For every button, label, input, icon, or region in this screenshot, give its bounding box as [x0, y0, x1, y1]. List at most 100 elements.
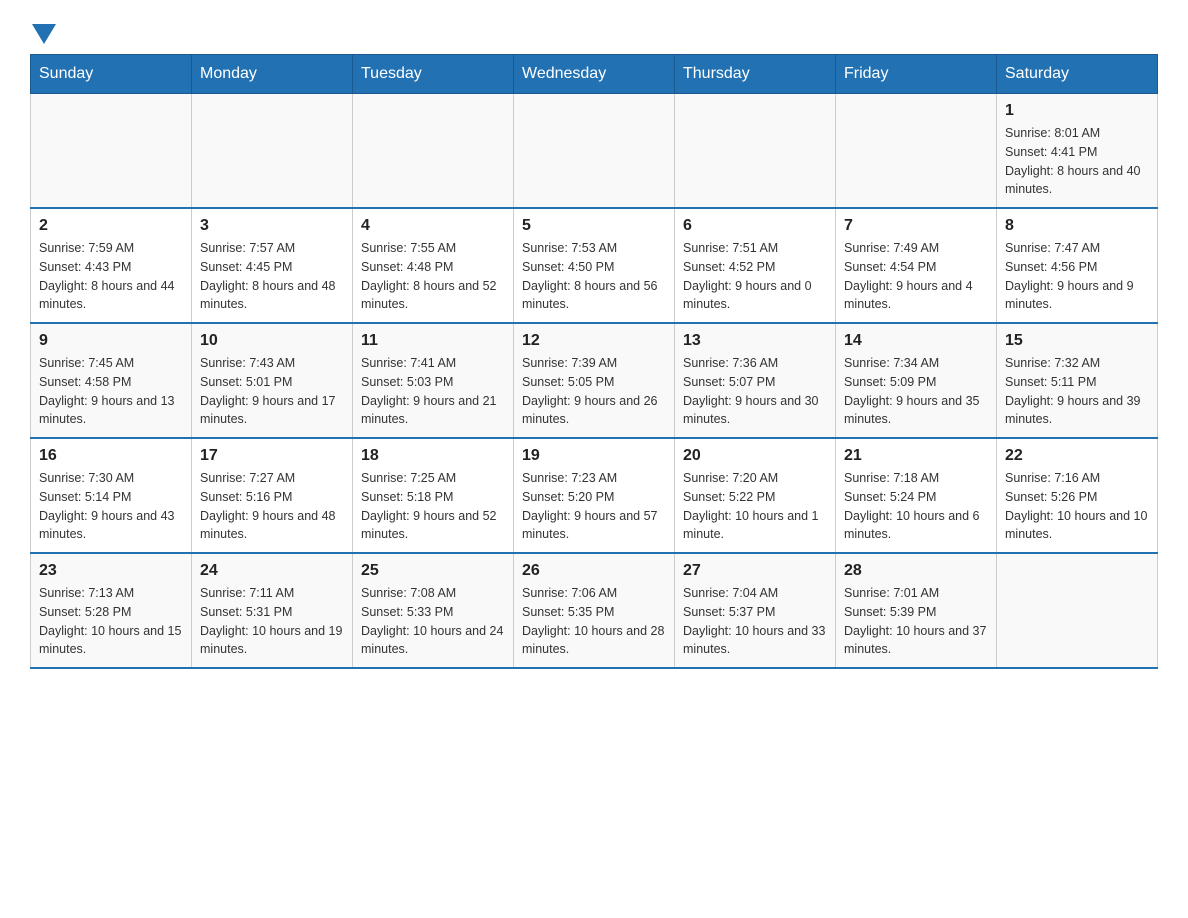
- weekday-header-friday: Friday: [836, 55, 997, 94]
- logo-triangle-icon: [32, 24, 56, 44]
- calendar-cell: 13 Sunrise: 7:36 AMSunset: 5:07 PMDayligh…: [675, 323, 836, 438]
- calendar-cell: 12 Sunrise: 7:39 AMSunset: 5:05 PMDayligh…: [514, 323, 675, 438]
- calendar-cell: [353, 94, 514, 209]
- day-number: 8: [1005, 217, 1149, 235]
- week-row-5: 23 Sunrise: 7:13 AMSunset: 5:28 PMDayligh…: [31, 553, 1158, 668]
- calendar-cell: 17 Sunrise: 7:27 AMSunset: 5:16 PMDayligh…: [192, 438, 353, 553]
- day-info: Sunrise: 7:34 AMSunset: 5:09 PMDaylight:…: [844, 354, 988, 429]
- calendar-cell: 18 Sunrise: 7:25 AMSunset: 5:18 PMDayligh…: [353, 438, 514, 553]
- calendar-cell: 23 Sunrise: 7:13 AMSunset: 5:28 PMDayligh…: [31, 553, 192, 668]
- day-info: Sunrise: 7:51 AMSunset: 4:52 PMDaylight:…: [683, 239, 827, 314]
- calendar-cell: 1Sunrise: 8:01 AMSunset: 4:41 PMDaylight…: [997, 94, 1158, 209]
- day-number: 24: [200, 562, 344, 580]
- day-number: 28: [844, 562, 988, 580]
- day-number: 16: [39, 447, 183, 465]
- day-number: 11: [361, 332, 505, 350]
- day-number: 6: [683, 217, 827, 235]
- calendar-cell: 27 Sunrise: 7:04 AMSunset: 5:37 PMDayligh…: [675, 553, 836, 668]
- day-number: 3: [200, 217, 344, 235]
- calendar-cell: 2 Sunrise: 7:59 AMSunset: 4:43 PMDaylight…: [31, 208, 192, 323]
- calendar-cell: 3 Sunrise: 7:57 AMSunset: 4:45 PMDaylight…: [192, 208, 353, 323]
- day-info: Sunrise: 7:57 AMSunset: 4:45 PMDaylight:…: [200, 239, 344, 314]
- day-number: 13: [683, 332, 827, 350]
- calendar-cell: 22Sunrise: 7:16 AMSunset: 5:26 PMDayligh…: [997, 438, 1158, 553]
- week-row-3: 9Sunrise: 7:45 AMSunset: 4:58 PMDaylight…: [31, 323, 1158, 438]
- day-info: Sunrise: 7:11 AMSunset: 5:31 PMDaylight:…: [200, 584, 344, 659]
- weekday-header-monday: Monday: [192, 55, 353, 94]
- day-info: Sunrise: 7:41 AMSunset: 5:03 PMDaylight:…: [361, 354, 505, 429]
- calendar-cell: 15 Sunrise: 7:32 AMSunset: 5:11 PMDayligh…: [997, 323, 1158, 438]
- weekday-header-thursday: Thursday: [675, 55, 836, 94]
- day-info: Sunrise: 7:23 AMSunset: 5:20 PMDaylight:…: [522, 469, 666, 544]
- calendar-cell: 6 Sunrise: 7:51 AMSunset: 4:52 PMDaylight…: [675, 208, 836, 323]
- weekday-header-wednesday: Wednesday: [514, 55, 675, 94]
- calendar-cell: 25 Sunrise: 7:08 AMSunset: 5:33 PMDayligh…: [353, 553, 514, 668]
- calendar-cell: 26 Sunrise: 7:06 AMSunset: 5:35 PMDayligh…: [514, 553, 675, 668]
- calendar-cell: 5 Sunrise: 7:53 AMSunset: 4:50 PMDaylight…: [514, 208, 675, 323]
- day-info: Sunrise: 7:01 AMSunset: 5:39 PMDaylight:…: [844, 584, 988, 659]
- page-header: [30, 20, 1158, 44]
- day-info: Sunrise: 7:13 AMSunset: 5:28 PMDaylight:…: [39, 584, 183, 659]
- day-number: 27: [683, 562, 827, 580]
- day-number: 4: [361, 217, 505, 235]
- day-info: Sunrise: 7:27 AMSunset: 5:16 PMDaylight:…: [200, 469, 344, 544]
- day-number: 22: [1005, 447, 1149, 465]
- week-row-1: 1Sunrise: 8:01 AMSunset: 4:41 PMDaylight…: [31, 94, 1158, 209]
- day-number: 15: [1005, 332, 1149, 350]
- week-row-4: 16 Sunrise: 7:30 AMSunset: 5:14 PMDayligh…: [31, 438, 1158, 553]
- day-number: 18: [361, 447, 505, 465]
- day-number: 12: [522, 332, 666, 350]
- day-info: Sunrise: 7:36 AMSunset: 5:07 PMDaylight:…: [683, 354, 827, 429]
- day-info: Sunrise: 7:08 AMSunset: 5:33 PMDaylight:…: [361, 584, 505, 659]
- calendar-cell: 4 Sunrise: 7:55 AMSunset: 4:48 PMDaylight…: [353, 208, 514, 323]
- day-number: 14: [844, 332, 988, 350]
- day-info: Sunrise: 7:18 AMSunset: 5:24 PMDaylight:…: [844, 469, 988, 544]
- day-info: Sunrise: 7:32 AMSunset: 5:11 PMDaylight:…: [1005, 354, 1149, 429]
- day-info: Sunrise: 7:39 AMSunset: 5:05 PMDaylight:…: [522, 354, 666, 429]
- calendar-cell: 11 Sunrise: 7:41 AMSunset: 5:03 PMDayligh…: [353, 323, 514, 438]
- weekday-header-saturday: Saturday: [997, 55, 1158, 94]
- weekday-header-row: SundayMondayTuesdayWednesdayThursdayFrid…: [31, 55, 1158, 94]
- day-info: Sunrise: 7:06 AMSunset: 5:35 PMDaylight:…: [522, 584, 666, 659]
- calendar-cell: 24 Sunrise: 7:11 AMSunset: 5:31 PMDayligh…: [192, 553, 353, 668]
- day-number: 25: [361, 562, 505, 580]
- day-info: Sunrise: 7:59 AMSunset: 4:43 PMDaylight:…: [39, 239, 183, 314]
- day-info: Sunrise: 7:49 AMSunset: 4:54 PMDaylight:…: [844, 239, 988, 314]
- day-info: Sunrise: 7:55 AMSunset: 4:48 PMDaylight:…: [361, 239, 505, 314]
- day-number: 10: [200, 332, 344, 350]
- calendar-cell: [997, 553, 1158, 668]
- calendar-cell: 19 Sunrise: 7:23 AMSunset: 5:20 PMDayligh…: [514, 438, 675, 553]
- day-info: Sunrise: 7:25 AMSunset: 5:18 PMDaylight:…: [361, 469, 505, 544]
- day-number: 5: [522, 217, 666, 235]
- day-info: Sunrise: 7:53 AMSunset: 4:50 PMDaylight:…: [522, 239, 666, 314]
- calendar-cell: 10 Sunrise: 7:43 AMSunset: 5:01 PMDayligh…: [192, 323, 353, 438]
- day-number: 20: [683, 447, 827, 465]
- weekday-header-sunday: Sunday: [31, 55, 192, 94]
- calendar-cell: 20 Sunrise: 7:20 AMSunset: 5:22 PMDayligh…: [675, 438, 836, 553]
- day-number: 9: [39, 332, 183, 350]
- weekday-header-tuesday: Tuesday: [353, 55, 514, 94]
- logo: [30, 20, 58, 44]
- day-number: 17: [200, 447, 344, 465]
- day-number: 1: [1005, 102, 1149, 120]
- day-number: 23: [39, 562, 183, 580]
- day-info: Sunrise: 7:43 AMSunset: 5:01 PMDaylight:…: [200, 354, 344, 429]
- calendar-table: SundayMondayTuesdayWednesdayThursdayFrid…: [30, 54, 1158, 669]
- calendar-cell: [514, 94, 675, 209]
- day-number: 19: [522, 447, 666, 465]
- week-row-2: 2 Sunrise: 7:59 AMSunset: 4:43 PMDaylight…: [31, 208, 1158, 323]
- day-number: 2: [39, 217, 183, 235]
- calendar-cell: [192, 94, 353, 209]
- calendar-cell: 28 Sunrise: 7:01 AMSunset: 5:39 PMDayligh…: [836, 553, 997, 668]
- calendar-cell: [675, 94, 836, 209]
- calendar-cell: 21 Sunrise: 7:18 AMSunset: 5:24 PMDayligh…: [836, 438, 997, 553]
- calendar-cell: 9Sunrise: 7:45 AMSunset: 4:58 PMDaylight…: [31, 323, 192, 438]
- day-info: Sunrise: 7:04 AMSunset: 5:37 PMDaylight:…: [683, 584, 827, 659]
- calendar-cell: [31, 94, 192, 209]
- day-number: 21: [844, 447, 988, 465]
- calendar-cell: 7Sunrise: 7:49 AMSunset: 4:54 PMDaylight…: [836, 208, 997, 323]
- day-info: Sunrise: 7:30 AMSunset: 5:14 PMDaylight:…: [39, 469, 183, 544]
- day-info: Sunrise: 7:20 AMSunset: 5:22 PMDaylight:…: [683, 469, 827, 544]
- day-number: 26: [522, 562, 666, 580]
- calendar-cell: 16 Sunrise: 7:30 AMSunset: 5:14 PMDayligh…: [31, 438, 192, 553]
